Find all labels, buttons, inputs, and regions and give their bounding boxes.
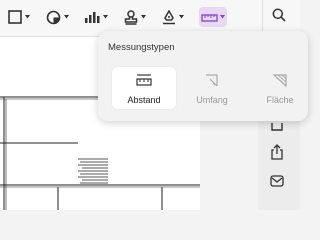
- measure-area-option[interactable]: Fläche: [248, 67, 312, 109]
- caret-down-icon: [220, 15, 225, 19]
- copy-button[interactable]: [270, 120, 284, 138]
- caret-down-icon: [25, 15, 30, 19]
- stamp-tool[interactable]: [124, 6, 146, 28]
- share-button[interactable]: [270, 144, 284, 165]
- mail-icon: [270, 175, 284, 187]
- ruler-distance-icon: [136, 73, 152, 86]
- caret-down-icon: [103, 15, 108, 19]
- signature-pen-icon: [163, 9, 175, 24]
- search-button[interactable]: [272, 8, 286, 27]
- option-label: Fläche: [266, 95, 294, 105]
- measure-perimeter-option[interactable]: Umfang: [180, 67, 244, 109]
- stamp-icon: [124, 9, 138, 25]
- rectangle-shape-tool[interactable]: [8, 6, 30, 28]
- measurement-types-popover: Messungstypen Abstand Umfang Fläche: [98, 31, 308, 121]
- fill-color-tool[interactable]: [46, 6, 69, 28]
- measure-tool[interactable]: [199, 7, 227, 27]
- caret-down-icon: [141, 15, 146, 19]
- caret-down-icon: [179, 15, 184, 19]
- perimeter-icon: [206, 73, 218, 86]
- popover-title: Messungstypen: [108, 42, 175, 53]
- measure-distance-option[interactable]: Abstand: [112, 67, 176, 109]
- mail-button[interactable]: [270, 174, 284, 192]
- fill-color-icon: [46, 10, 61, 24]
- area-icon: [272, 73, 287, 87]
- measure-ruler-icon: [201, 14, 218, 22]
- option-label: Abstand: [127, 95, 161, 105]
- chart-tool[interactable]: [84, 6, 108, 28]
- caret-down-icon: [64, 15, 69, 19]
- copy-icon: [271, 123, 283, 131]
- share-icon: [271, 144, 283, 160]
- signature-tool[interactable]: [162, 6, 184, 28]
- chart-bars-icon: [85, 12, 100, 23]
- rectangle-shape-icon: [8, 10, 22, 24]
- option-label: Umfang: [196, 95, 228, 105]
- search-icon: [272, 8, 286, 22]
